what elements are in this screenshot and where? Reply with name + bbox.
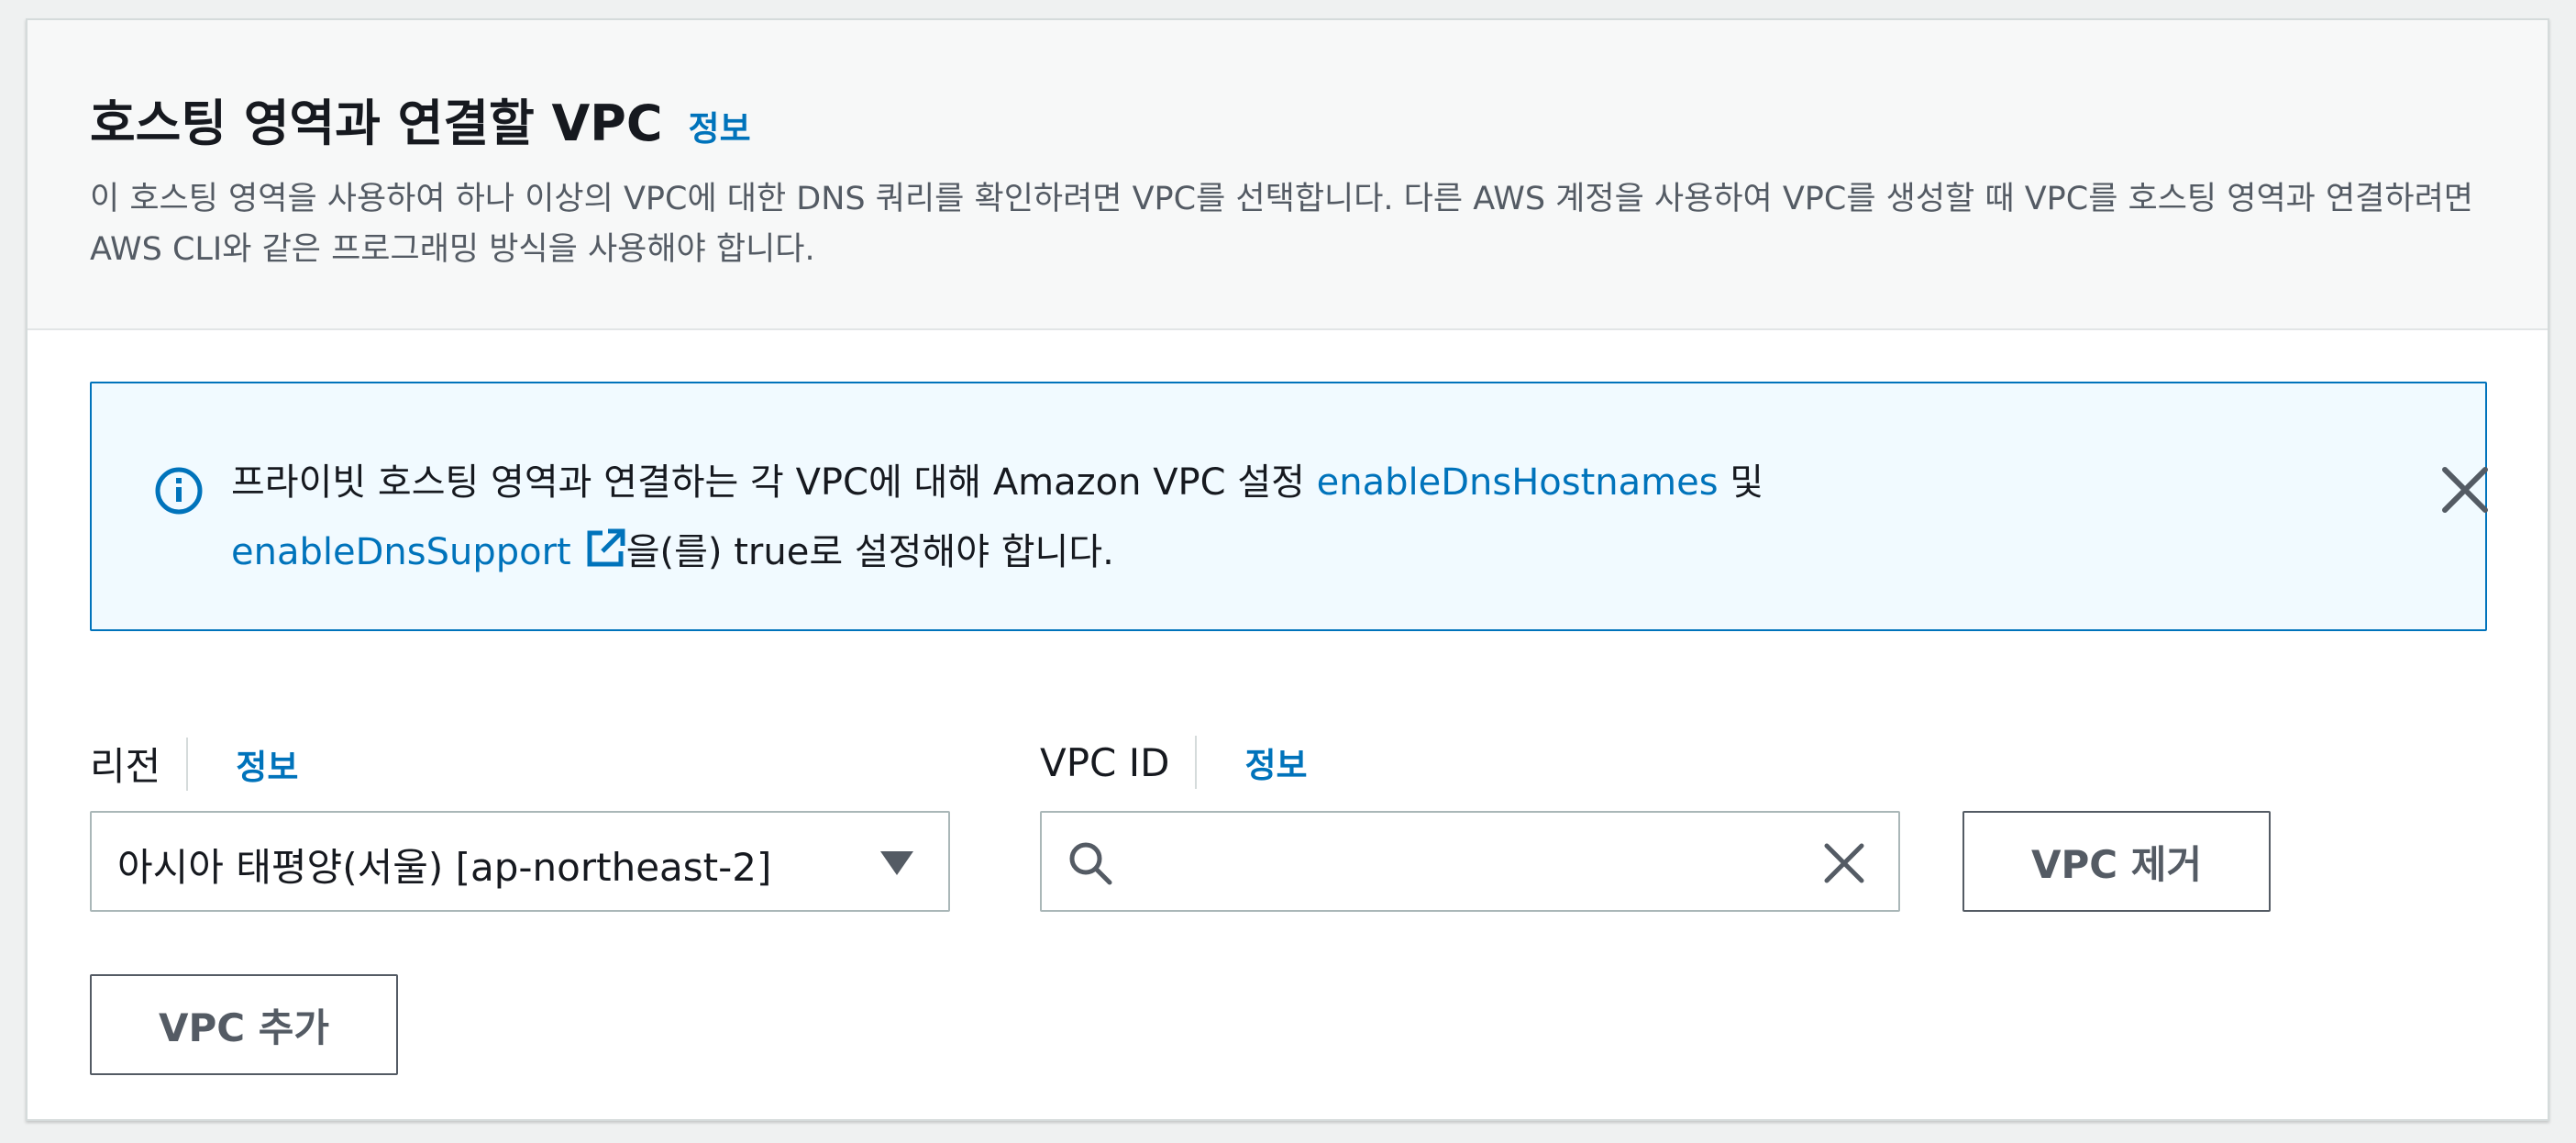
vpc-id-label: VPC ID — [1040, 739, 1170, 785]
vpc-id-input[interactable] — [1137, 831, 1801, 893]
panel-header: 호스팅 영역과 연결할 VPC 정보 이 호스팅 영역을 사용하여 하나 이상의… — [28, 20, 2548, 330]
clear-icon[interactable] — [1821, 840, 1867, 886]
region-label-row: 리전 정보 — [90, 736, 298, 792]
alert-text-middle: 및 — [1718, 461, 1764, 504]
region-select[interactable]: 아시아 태평양(서울) [ap-northeast-2] — [90, 811, 950, 912]
region-select-value: 아시아 태평양(서울) [ap-northeast-2] — [117, 845, 772, 890]
region-info-link[interactable]: 정보 — [236, 739, 298, 789]
search-icon — [1069, 842, 1112, 885]
vpc-association-panel: 호스팅 영역과 연결할 VPC 정보 이 호스팅 영역을 사용하여 하나 이상의… — [26, 18, 2549, 1121]
panel-description: 이 호스팅 영역을 사용하여 하나 이상의 VPC에 대한 DNS 쿼리를 확인… — [90, 181, 2473, 268]
region-label: 리전 — [90, 744, 161, 789]
label-divider — [186, 737, 189, 791]
vpc-id-label-row: VPC ID 정보 — [1040, 736, 1308, 789]
title-info-link[interactable]: 정보 — [689, 101, 751, 150]
caret-down-icon — [880, 851, 913, 875]
page-title: 호스팅 영역과 연결할 VPC — [90, 94, 663, 152]
add-vpc-button[interactable]: VPC 추가 — [90, 974, 398, 1075]
alert-message: 프라이빗 호스팅 영역과 연결하는 각 VPC에 대해 Amazon VPC 설… — [231, 448, 2157, 587]
info-alert: 프라이빗 호스팅 영역과 연결하는 각 VPC에 대해 Amazon VPC 설… — [90, 382, 2488, 631]
close-icon[interactable] — [2436, 461, 2494, 519]
alert-text-after: 을(를) true로 설정해야 합니다. — [625, 531, 1114, 573]
title-row: 호스팅 영역과 연결할 VPC 정보 — [90, 83, 751, 155]
info-circle-icon — [155, 467, 203, 515]
label-divider — [1195, 736, 1198, 789]
enable-dns-hostnames-link[interactable]: enableDnsHostnames — [1317, 461, 1719, 504]
alert-text-before: 프라이빗 호스팅 영역과 연결하는 각 VPC에 대해 Amazon VPC 설… — [231, 461, 1317, 504]
external-link-icon[interactable] — [584, 527, 626, 570]
vpc-id-info-link[interactable]: 정보 — [1244, 738, 1307, 787]
remove-vpc-button[interactable]: VPC 제거 — [1962, 811, 2271, 912]
vpc-id-search-field[interactable] — [1040, 811, 1900, 912]
enable-dns-support-link[interactable]: enableDnsSupport — [231, 531, 571, 573]
